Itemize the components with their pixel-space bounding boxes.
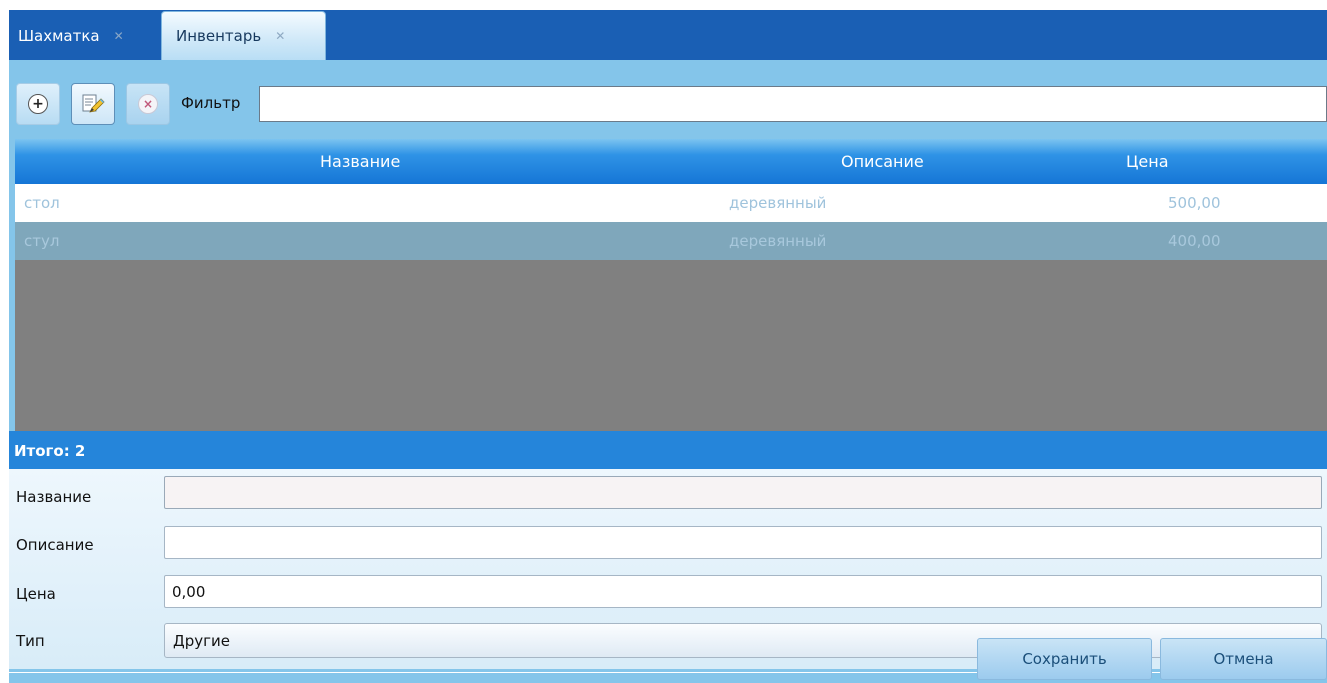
column-header-name[interactable]: Название <box>320 152 400 171</box>
type-label: Тип <box>16 632 45 650</box>
price-label: Цена <box>16 585 56 603</box>
name-label: Название <box>16 488 92 506</box>
cell-name: стул <box>24 232 60 250</box>
cancel-button[interactable]: Отмена <box>1160 638 1327 680</box>
name-field[interactable] <box>164 476 1322 509</box>
tab-chess-label: Шахматка <box>18 26 100 45</box>
column-header-description[interactable]: Описание <box>841 152 924 171</box>
column-header-price[interactable]: Цена <box>1126 152 1169 171</box>
delete-circle-icon: × <box>138 94 158 114</box>
table-row[interactable]: стул деревянный 400,00 <box>15 222 1327 260</box>
inventory-panel: + × Фильтр Название Описание Цена стол д… <box>9 60 1327 683</box>
description-field[interactable] <box>164 526 1322 559</box>
total-bar: Итого: 2 <box>9 431 1327 469</box>
cell-name: стол <box>24 194 60 212</box>
edit-pencil-icon <box>82 94 105 113</box>
inventory-grid: Название Описание Цена стол деревянный 5… <box>15 139 1327 431</box>
total-label: Итого: 2 <box>14 442 86 460</box>
grid-header: Название Описание Цена <box>15 139 1327 184</box>
delete-button[interactable]: × <box>126 83 170 125</box>
plus-circle-icon: + <box>28 94 48 114</box>
tab-inventory-label: Инвентарь <box>176 27 262 45</box>
filter-label: Фильтр <box>181 94 241 112</box>
cell-price: 400,00 <box>1168 232 1221 250</box>
tab-inventory[interactable]: Инвентарь ✕ <box>161 11 326 60</box>
table-row[interactable]: стол деревянный 500,00 <box>15 184 1327 222</box>
cell-price: 500,00 <box>1168 194 1221 212</box>
tab-strip: Шахматка ✕ Инвентарь ✕ <box>9 10 1327 60</box>
tab-chess-close-icon[interactable]: ✕ <box>114 29 124 43</box>
tab-inventory-close-icon[interactable]: ✕ <box>275 29 285 43</box>
description-label: Описание <box>16 536 94 554</box>
inventory-window: Шахматка ✕ Инвентарь ✕ + × Фильтр Назван… <box>0 0 1327 683</box>
cell-description: деревянный <box>729 232 827 250</box>
type-select-value: Другие <box>173 632 230 650</box>
tab-chess[interactable]: Шахматка ✕ <box>9 11 159 60</box>
edit-button[interactable] <box>71 83 115 125</box>
cell-description: деревянный <box>729 194 827 212</box>
save-button[interactable]: Сохранить <box>977 638 1152 680</box>
price-field[interactable] <box>164 575 1322 608</box>
filter-input[interactable] <box>259 86 1327 122</box>
add-button[interactable]: + <box>16 83 60 125</box>
